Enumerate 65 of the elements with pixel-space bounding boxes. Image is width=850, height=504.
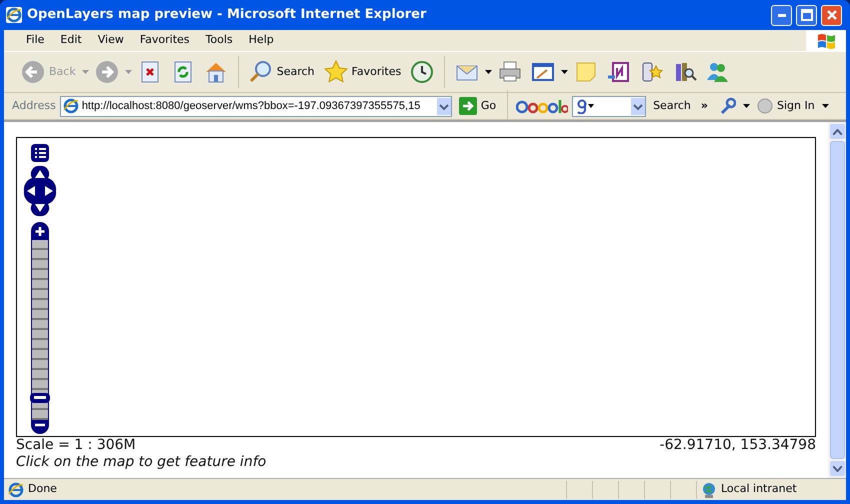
menu-item[interactable]: Favorites — [132, 32, 198, 49]
zoom-out-button[interactable] — [31, 420, 49, 434]
menu-item[interactable]: Help — [240, 32, 282, 49]
favorites-button[interactable]: Favorites — [320, 58, 404, 86]
browser-icon — [6, 7, 22, 23]
slider-thumb[interactable] — [30, 393, 50, 403]
list-icon — [31, 144, 49, 162]
google-search-field[interactable] — [572, 96, 646, 116]
scale-text: Scale = 1 : 306M — [16, 437, 136, 454]
minimize-icon — [778, 14, 786, 16]
books-magnifier-icon — [673, 60, 698, 84]
dropdown-caret-icon — [822, 104, 829, 108]
minus-icon — [34, 396, 46, 400]
printer-icon — [498, 60, 522, 84]
address-field[interactable]: http://localhost:8080/geoserver/wms?bbox=-197.09367397355575,15 — [60, 96, 452, 116]
scroll-down-icon — [832, 466, 842, 472]
menu-item[interactable]: Tools — [198, 32, 241, 49]
people-icon — [706, 60, 730, 84]
star-icon — [324, 60, 348, 84]
zone-text: Local intranet — [721, 481, 797, 498]
map-panel[interactable] — [16, 137, 816, 437]
zoom-slider[interactable] — [31, 240, 49, 420]
maximize-button[interactable] — [796, 4, 817, 26]
minimize-button[interactable] — [771, 4, 792, 26]
google-g-icon — [576, 98, 594, 114]
coordinates-text: -62.91710, 153.34798 — [660, 437, 816, 454]
sign-in-button[interactable]: Sign In — [754, 96, 818, 116]
clock-icon — [410, 60, 434, 84]
windows-logo-icon — [816, 32, 836, 50]
go-button[interactable]: Go — [456, 95, 500, 117]
search-button[interactable]: Search — [246, 58, 318, 86]
globe-network-icon — [701, 482, 717, 498]
dropdown-caret-icon — [124, 70, 132, 74]
menu-item[interactable]: File — [18, 32, 52, 49]
pan-control-icon[interactable] — [22, 164, 58, 218]
home-icon — [204, 60, 228, 84]
more-chevron-button[interactable]: » — [698, 96, 711, 116]
dropdown-caret-icon — [742, 104, 750, 108]
search-icon — [248, 60, 273, 84]
menu-item[interactable]: View — [90, 32, 132, 49]
document-pen-icon — [531, 60, 556, 84]
info-text: Click on the map to get feature info — [16, 454, 268, 471]
user-status-icon — [756, 98, 773, 114]
dropdown-caret-icon — [485, 70, 492, 74]
maximize-icon — [800, 9, 812, 21]
plus-icon — [31, 222, 49, 240]
scroll-up-icon — [832, 128, 842, 134]
minus-icon — [31, 420, 49, 434]
page-icon — [62, 98, 79, 114]
layer-switcher-button[interactable] — [31, 144, 49, 162]
close-button[interactable] — [821, 4, 842, 26]
status-text: Done — [28, 481, 58, 498]
phone-star-icon — [640, 60, 664, 84]
page-icon — [8, 482, 24, 498]
dropdown-caret-icon — [82, 70, 89, 74]
menu-item[interactable]: Edit — [52, 32, 90, 49]
close-icon — [826, 9, 838, 21]
window-title: OpenLayers map preview - Microsoft Internet Explorer — [27, 6, 428, 24]
scrollbar[interactable] — [828, 122, 846, 478]
dropdown-caret-icon — [561, 70, 568, 74]
notebook-icon — [607, 60, 632, 84]
address-label: Address — [12, 98, 56, 114]
zoom-in-button[interactable] — [31, 222, 49, 240]
sticky-note-icon — [574, 60, 598, 84]
google-search-button[interactable]: Search — [650, 96, 694, 116]
